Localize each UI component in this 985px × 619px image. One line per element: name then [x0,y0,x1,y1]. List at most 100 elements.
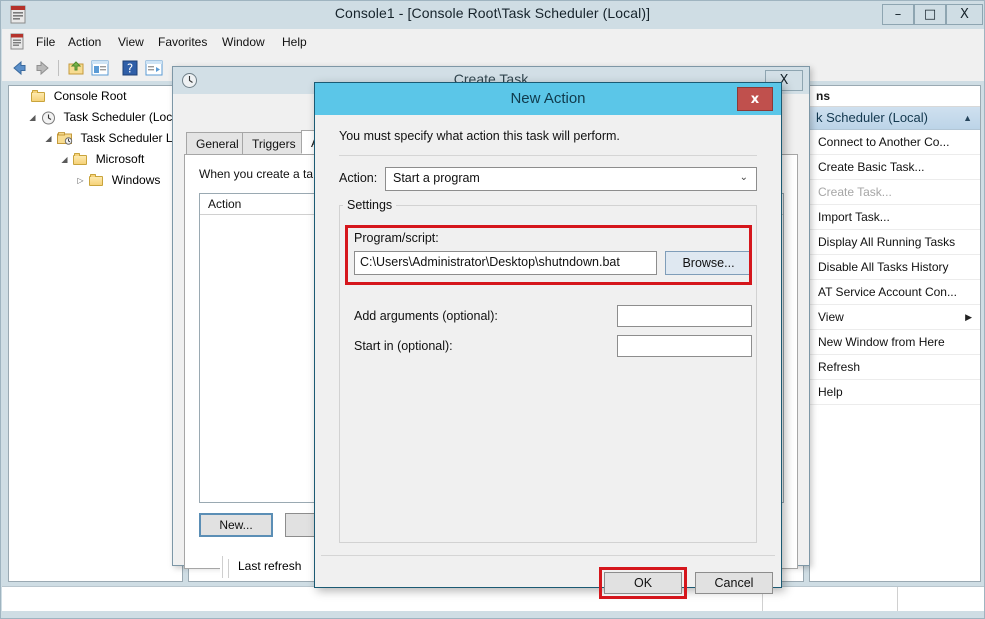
new-action-dialog[interactable]: New Action x You must specify what actio… [314,82,782,599]
actions-group-label: k Scheduler (Local) [816,110,928,125]
action-label: Create Task... [818,185,892,199]
actions-tab-description: When you create a ta [199,167,314,181]
console-tree-pane[interactable]: Console Root ◢ Task Scheduler (Local) ◢ [8,85,183,582]
settings-group-label: Settings [343,198,397,212]
action-label: View [818,310,844,324]
svg-text:?: ? [127,62,133,76]
up-folder-icon[interactable] [67,59,85,77]
properties-icon[interactable] [145,59,163,77]
start-in-input[interactable] [617,335,752,357]
actions-group-header[interactable]: k Scheduler (Local) ▲ [810,107,980,130]
mmc-console-icon [10,33,24,50]
dialog-body: You must specify what action this task w… [321,115,775,599]
action-label: Import Task... [818,210,890,224]
tree-twisty[interactable]: ◢ [43,128,54,149]
menu-help[interactable]: Help [276,34,313,51]
folder-icon [89,173,104,187]
menu-view[interactable]: View [112,34,150,51]
clock-icon [42,111,56,125]
tree-twisty[interactable]: ◢ [27,107,38,128]
browse-button[interactable]: Browse... [665,251,752,275]
action-import-task[interactable]: Import Task... [810,205,980,230]
tree-item-windows[interactable]: ▷ Windows [9,170,182,191]
action-connect-to-another-computer[interactable]: Connect to Another Co... [810,130,980,155]
tree-item-label: Task Scheduler (Local) [63,110,183,124]
folder-icon [73,152,88,166]
menu-action[interactable]: Action [62,34,107,51]
tree-item-label: Console Root [53,89,127,103]
action-label: Refresh [818,360,861,374]
forward-arrow-icon [36,60,49,76]
show-hide-tree-icon[interactable] [91,59,109,77]
program-script-label: Program/script: [354,231,439,245]
divider [321,555,775,556]
menu-file[interactable]: File [30,34,61,51]
window-titlebar[interactable]: Console1 - [Console Root\Task Scheduler … [1,1,984,28]
folder-clock-icon [57,132,73,146]
action-help[interactable]: Help [810,380,980,405]
action-label: Connect to Another Co... [818,135,950,149]
start-in-label: Start in (optional): [354,339,453,353]
program-script-input[interactable]: C:\Users\Administrator\Desktop\shutndown… [354,251,657,275]
add-arguments-label: Add arguments (optional): [354,309,498,323]
dialog-title: New Action [510,90,586,107]
action-label: Display All Running Tasks [818,235,956,249]
actions-pane: ns k Scheduler (Local) ▲ Connect to Anot… [809,85,981,582]
action-type-value: Start a program [393,171,480,185]
chevron-right-icon: ▶ [965,312,972,322]
tree-item-label: Windows [111,173,161,187]
action-disable-all-tasks-history[interactable]: Disable All Tasks History [810,255,980,280]
program-script-value: C:\Users\Administrator\Desktop\shutndown… [360,255,620,269]
tree-item-label: Microsoft [95,152,145,166]
dialog-instruction: You must specify what action this task w… [339,129,620,143]
tree-item-microsoft[interactable]: ◢ Microsoft [9,149,182,170]
dialog-close-button[interactable]: x [737,87,773,111]
folder-icon [31,89,46,103]
back-arrow-icon[interactable] [10,59,28,77]
status-bar [2,586,984,611]
strip-divider [222,556,223,578]
strip-divider [228,559,229,578]
action-field-label: Action: [339,171,378,185]
tab-triggers[interactable]: Triggers [242,132,306,154]
window-maximize-button[interactable]: □ [914,4,946,25]
chevron-down-icon[interactable]: ⌄ [740,172,748,183]
action-view[interactable]: View ▶ [810,305,980,330]
cancel-button[interactable]: Cancel [695,572,773,594]
tree-twisty[interactable]: ◢ [59,149,70,170]
tree-item-task-scheduler-local[interactable]: ◢ Task Scheduler (Local) [9,107,182,128]
last-refreshed-label: Last refresh [238,559,302,573]
tree-item-task-scheduler-library[interactable]: ◢ Task Scheduler Lib [9,128,182,149]
action-create-basic-task[interactable]: Create Basic Task... [810,155,980,180]
action-type-dropdown[interactable]: Start a program ⌄ [385,167,757,191]
window-title: Console1 - [Console Root\Task Scheduler … [334,5,651,21]
dialog-titlebar[interactable]: New Action x [315,83,781,115]
action-label: New Window from Here [818,335,945,349]
action-label: AT Service Account Con... [818,285,957,299]
tree-item-console-root[interactable]: Console Root [9,86,182,107]
window-close-button[interactable]: X [946,4,983,25]
action-display-all-running-tasks[interactable]: Display All Running Tasks [810,230,980,255]
chevron-up-icon[interactable]: ▲ [963,107,972,129]
divider [339,155,757,156]
window-minimize-button[interactable]: – [882,4,914,25]
action-refresh[interactable]: Refresh [810,355,980,380]
tab-general[interactable]: General [186,132,249,154]
tree-twisty[interactable]: ▷ [75,170,86,191]
help-icon[interactable]: ? [121,59,139,77]
menu-window[interactable]: Window [216,34,271,51]
action-new-window-from-here[interactable]: New Window from Here [810,330,980,355]
action-label: Disable All Tasks History [818,260,949,274]
menu-bar: File Action View Favorites Window Help –… [2,29,984,78]
add-arguments-input[interactable] [617,305,752,327]
toolbar-separator [58,60,59,76]
menu-favorites[interactable]: Favorites [152,34,213,51]
ok-button-highlight-box: OK [599,567,687,599]
new-action-button[interactable]: New... [199,513,273,537]
tree-item-label: Task Scheduler Lib [80,131,182,145]
action-at-service-account-configuration[interactable]: AT Service Account Con... [810,280,980,305]
status-separator [897,587,898,611]
action-label: Create Basic Task... [818,160,925,174]
ok-button[interactable]: OK [604,572,682,594]
actions-pane-header: ns [810,86,980,107]
